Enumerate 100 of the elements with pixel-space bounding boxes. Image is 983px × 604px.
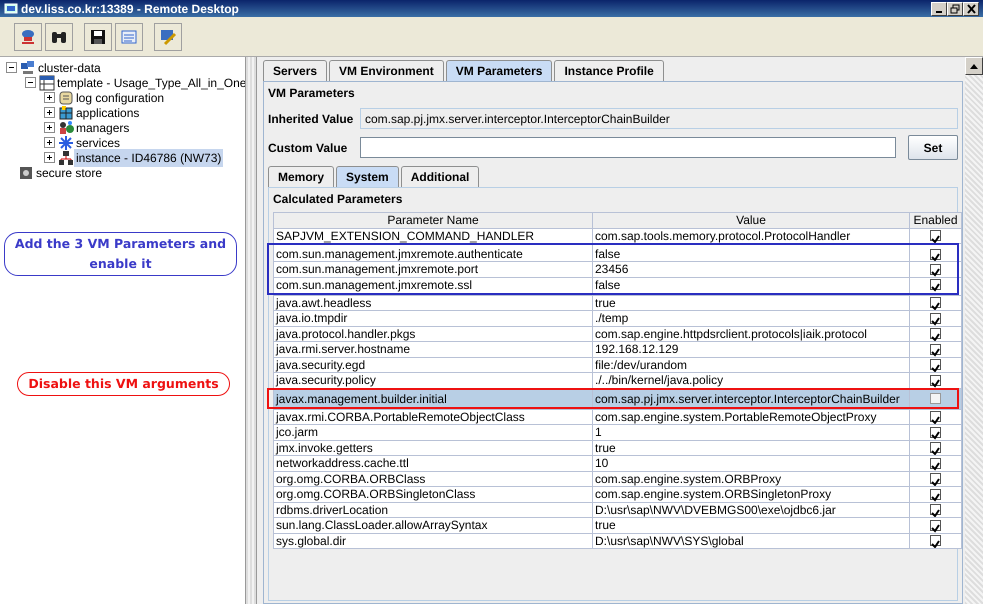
tree-item[interactable]: applications bbox=[74, 104, 142, 122]
computers-icon bbox=[20, 60, 36, 76]
checkbox[interactable] bbox=[930, 248, 941, 260]
table-cell: com.sap.engine.system.PortableRemoteObjectProxy bbox=[592, 409, 910, 424]
expand-icon[interactable] bbox=[44, 152, 55, 163]
callout-note: Disable this VM arguments bbox=[17, 372, 230, 396]
expand-icon[interactable] bbox=[44, 137, 55, 148]
table-cell: com.sap.tools.memory.protocol.ProtocolHandler bbox=[592, 228, 910, 244]
close-icon bbox=[966, 4, 976, 14]
save-button[interactable] bbox=[84, 22, 112, 50]
checkbox[interactable] bbox=[930, 359, 941, 370]
expand-icon[interactable] bbox=[44, 122, 55, 133]
table-cell: false bbox=[592, 244, 910, 262]
checkbox[interactable] bbox=[930, 520, 941, 531]
binoculars-button[interactable] bbox=[45, 22, 73, 50]
checkbox[interactable] bbox=[930, 374, 941, 386]
connect-icon bbox=[19, 28, 37, 46]
scroll-up-button[interactable] bbox=[965, 57, 983, 75]
splitter-handle[interactable] bbox=[245, 57, 257, 604]
group-title: VM Parameters bbox=[268, 85, 356, 102]
tab[interactable]: VM Parameters bbox=[446, 60, 552, 81]
up-arrow-icon bbox=[970, 63, 978, 69]
table-cell: D:\usr\sap\NWV\SYS\global bbox=[592, 533, 910, 548]
window-title: dev.liss.co.kr:13389 - Remote Desktop bbox=[21, 0, 240, 18]
table-cell: com.sap.engine.system.ORBSingletonProxy bbox=[592, 486, 910, 502]
document-button[interactable] bbox=[115, 22, 143, 50]
expand-icon[interactable] bbox=[44, 92, 55, 103]
table-cell: D:\usr\sap\NWV\DVEBMGS00\exe\ojdbc6.jar bbox=[592, 502, 910, 518]
group-title: Calculated Parameters bbox=[273, 191, 404, 208]
tab[interactable]: Memory bbox=[268, 166, 334, 187]
checkbox[interactable] bbox=[930, 328, 941, 340]
table-cell: java.awt.headless bbox=[274, 295, 592, 310]
column-header: Enabled bbox=[910, 212, 962, 228]
table-cell: java.security.policy bbox=[274, 372, 592, 388]
save-icon bbox=[89, 28, 107, 46]
table-cell: org.omg.CORBA.ORBClass bbox=[274, 471, 592, 486]
custom-value-field[interactable] bbox=[360, 137, 896, 158]
checkbox[interactable] bbox=[930, 264, 941, 275]
checkbox[interactable] bbox=[930, 535, 941, 546]
column-header: Parameter Name bbox=[274, 212, 592, 228]
tab[interactable]: System bbox=[336, 166, 399, 187]
edit-button[interactable] bbox=[154, 22, 182, 50]
checkbox[interactable] bbox=[930, 279, 941, 290]
table-cell: com.sun.management.jmxremote.authenticate bbox=[274, 244, 592, 262]
checkbox[interactable] bbox=[930, 230, 941, 242]
tree-item[interactable]: log configuration bbox=[74, 88, 166, 106]
table-cell: true bbox=[592, 440, 910, 456]
tree-item[interactable]: secure store bbox=[34, 164, 104, 182]
scroll-icon bbox=[58, 90, 74, 106]
restore-icon bbox=[950, 4, 960, 14]
checkbox[interactable] bbox=[930, 297, 941, 308]
checkbox[interactable] bbox=[930, 458, 941, 469]
table-cell: javax.rmi.CORBA.PortableRemoteObjectClass bbox=[274, 409, 592, 424]
person-globe-icon bbox=[58, 120, 74, 136]
table-cell: 10 bbox=[592, 456, 910, 471]
close-button[interactable] bbox=[963, 2, 979, 16]
checkbox[interactable] bbox=[930, 488, 941, 500]
checkbox[interactable] bbox=[930, 393, 941, 404]
tab[interactable]: VM Environment bbox=[329, 60, 444, 81]
connect-button[interactable] bbox=[14, 22, 42, 50]
collapse-icon[interactable] bbox=[25, 77, 36, 88]
checkbox[interactable] bbox=[930, 442, 941, 454]
table-cell: false bbox=[592, 277, 910, 295]
restore-button[interactable] bbox=[947, 2, 963, 16]
table-cell: networkaddress.cache.ttl bbox=[274, 456, 592, 471]
tab[interactable]: Additional bbox=[400, 166, 480, 187]
safe-icon bbox=[18, 164, 34, 180]
table-cell: rdbms.driverLocation bbox=[274, 502, 592, 518]
checkbox[interactable] bbox=[930, 344, 941, 355]
table-cell: java.security.egd bbox=[274, 357, 592, 372]
table-cell: com.sap.engine.system.ORBProxy bbox=[592, 471, 910, 486]
tree-item[interactable]: managers bbox=[74, 118, 132, 136]
tree-item[interactable]: cluster-data bbox=[36, 58, 103, 76]
column-header: Value bbox=[592, 212, 910, 228]
tree-item[interactable]: instance - ID46786 (NW73) bbox=[74, 148, 224, 166]
checkbox[interactable] bbox=[930, 312, 941, 324]
network-icon bbox=[58, 150, 74, 166]
collapse-icon[interactable] bbox=[6, 62, 17, 73]
table-cell: com.sap.engine.httpdsrclient.protocols|iaik.protocol bbox=[592, 326, 910, 342]
set-button[interactable]: Set bbox=[908, 135, 958, 160]
expand-icon[interactable] bbox=[44, 107, 55, 118]
tab[interactable]: Instance Profile bbox=[554, 60, 664, 81]
checkbox[interactable] bbox=[930, 411, 941, 422]
tree-item[interactable]: template - Usage_Type_All_in_One bbox=[55, 74, 248, 92]
table-cell: java.protocol.handler.pkgs bbox=[274, 326, 592, 342]
checkbox[interactable] bbox=[930, 504, 941, 516]
tab[interactable]: Servers bbox=[263, 60, 328, 81]
table-cell: 23456 bbox=[592, 262, 910, 277]
table-cell: ./temp bbox=[592, 310, 910, 326]
table-cell: true bbox=[592, 518, 910, 533]
tree-item[interactable]: services bbox=[74, 134, 122, 152]
inherited-value-field: com.sap.pj.jmx.server.interceptor.InterceptorChainBuilder bbox=[360, 108, 958, 129]
minimize-button[interactable] bbox=[931, 2, 947, 16]
checkbox[interactable] bbox=[930, 473, 941, 484]
checkbox[interactable] bbox=[930, 426, 941, 438]
minimize-icon bbox=[936, 11, 942, 13]
table-cell: 1 bbox=[592, 424, 910, 440]
table-cell: 192.168.12.129 bbox=[592, 342, 910, 357]
callout-note: Add the 3 VM Parameters and enable it bbox=[4, 232, 237, 276]
table-cell: com.sun.management.jmxremote.port bbox=[274, 262, 592, 277]
